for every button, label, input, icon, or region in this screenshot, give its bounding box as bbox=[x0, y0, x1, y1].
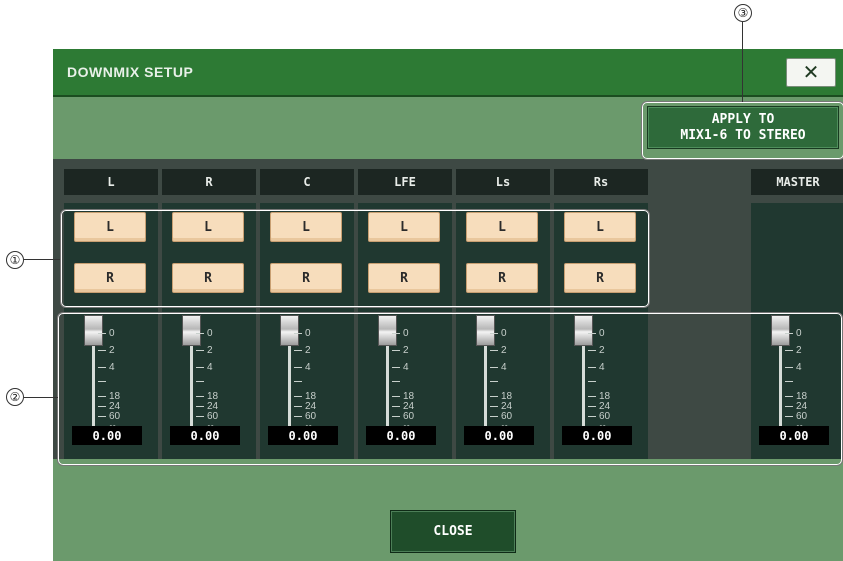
channel-header-ls: Ls bbox=[456, 169, 550, 195]
faders-frame bbox=[57, 312, 843, 466]
apply-button-frame bbox=[641, 101, 843, 160]
channel-header-l: L bbox=[64, 169, 158, 195]
title-bar: DOWNMIX SETUP ✕ bbox=[53, 49, 843, 97]
close-icon-button[interactable]: ✕ bbox=[786, 58, 836, 87]
callout-1-leader bbox=[24, 259, 60, 260]
channel-header-master: MASTER bbox=[751, 169, 843, 195]
channel-header-r: R bbox=[162, 169, 256, 195]
close-button[interactable]: CLOSE bbox=[390, 510, 516, 553]
window-title: DOWNMIX SETUP bbox=[67, 64, 194, 80]
channel-header-rs: Rs bbox=[554, 169, 648, 195]
callout-2: ② bbox=[6, 388, 24, 406]
callout-3: ③ bbox=[734, 4, 752, 22]
channel-header-lfe: LFE bbox=[358, 169, 452, 195]
callout-2-leader bbox=[24, 397, 58, 398]
callout-1: ① bbox=[6, 251, 24, 269]
channel-header-c: C bbox=[260, 169, 354, 195]
assign-buttons-frame bbox=[60, 209, 650, 308]
callout-3-leader bbox=[742, 22, 743, 102]
